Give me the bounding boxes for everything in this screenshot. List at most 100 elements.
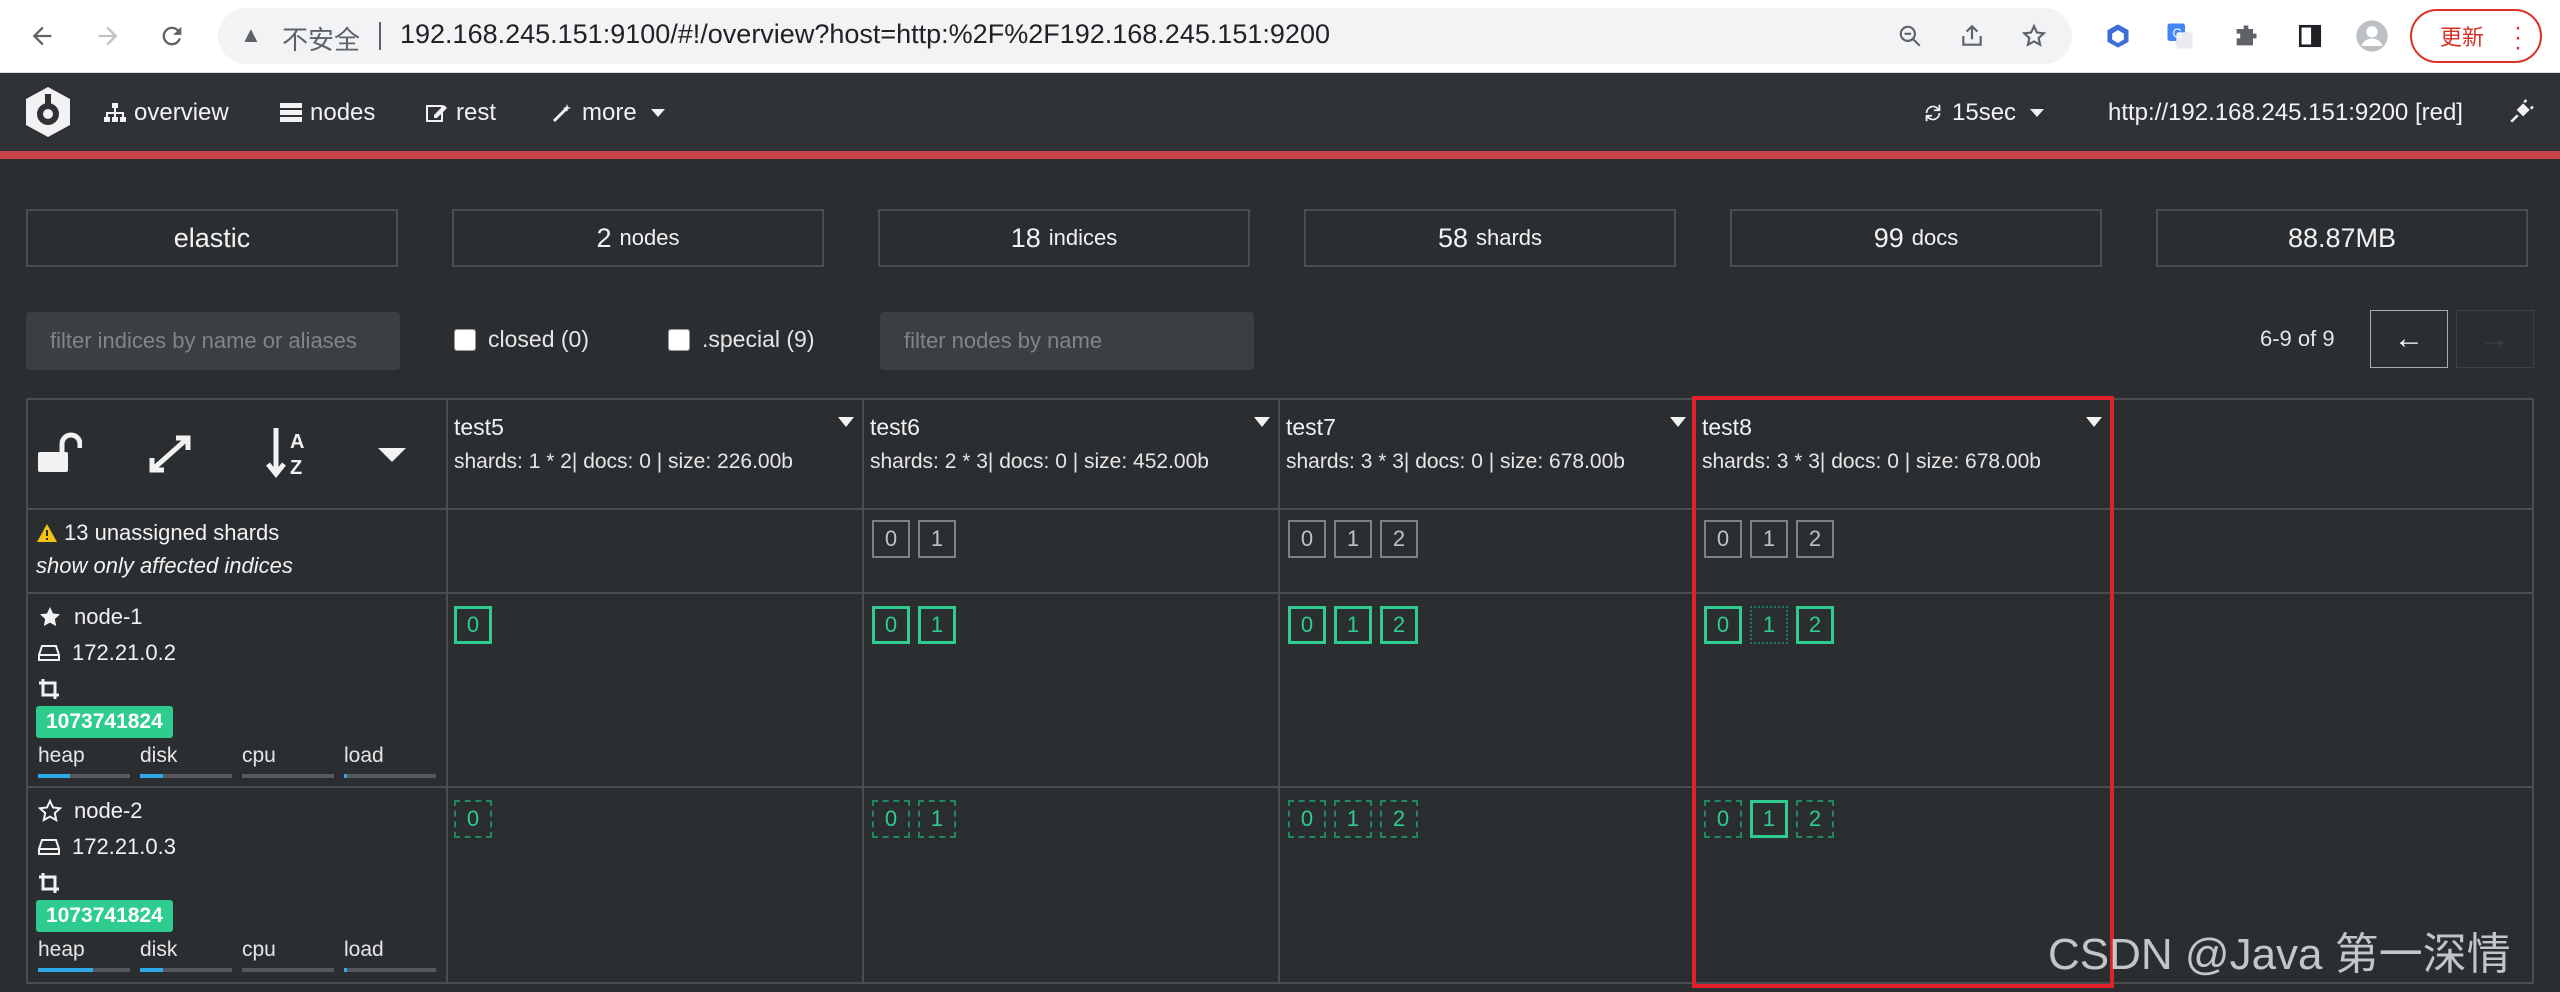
address-bar[interactable]: ▲ 不安全 192.168.245.151:9100/#!/overview?h… — [218, 8, 2072, 64]
metric-cpu-label: cpu — [242, 938, 276, 961]
cluster-name-stat: elastic — [26, 209, 398, 267]
refresh-icon — [1925, 104, 1941, 122]
translate-icon[interactable]: G — [2160, 16, 2200, 56]
heap-bar — [38, 774, 130, 778]
crop-icon[interactable] — [38, 872, 60, 899]
update-button[interactable]: 更新 · · · — [2410, 9, 2542, 63]
share-icon[interactable] — [1956, 20, 1988, 52]
highlight-annotation-box — [1692, 396, 2114, 988]
magic-wand-icon — [552, 104, 571, 123]
replica-shard[interactable]: 0 — [872, 800, 910, 838]
expand-icon[interactable] — [148, 434, 192, 479]
load-bar-fill — [344, 968, 347, 972]
primary-shard[interactable]: 2 — [1380, 606, 1418, 644]
replica-shard[interactable]: 0 — [1288, 800, 1326, 838]
checkbox-box[interactable] — [668, 328, 690, 351]
indices-count: 18 — [1010, 222, 1041, 253]
unlock-icon[interactable] — [36, 432, 83, 479]
reload-icon[interactable] — [150, 14, 194, 58]
sort-alpha-icon[interactable]: AZ — [264, 426, 314, 485]
cluster-status-bar — [0, 151, 2560, 159]
index-menu-caret-icon[interactable] — [1254, 417, 1270, 427]
chevron-down-icon — [2030, 109, 2045, 117]
warning-icon — [37, 524, 57, 542]
primary-shard[interactable]: 1 — [1334, 606, 1372, 644]
unassigned-shard[interactable]: 0 — [872, 520, 910, 558]
replica-shard[interactable]: 2 — [1380, 800, 1418, 838]
sidepanel-icon[interactable] — [2290, 16, 2330, 56]
cluster-url-label: http://192.168.245.151:9200 [red] — [2108, 99, 2463, 126]
insecure-label: 不安全 — [282, 25, 361, 55]
node-1-name[interactable]: node-1 — [38, 604, 143, 630]
node-name: node-1 — [74, 604, 143, 629]
cpu-bar — [242, 968, 334, 972]
filter-indices-input[interactable]: filter indices by name or aliases — [26, 312, 400, 370]
unassigned-shard[interactable]: 2 — [1380, 520, 1418, 558]
zoom-icon[interactable] — [1894, 20, 1926, 52]
divider — [28, 786, 2532, 788]
metric-heap-label: heap — [38, 938, 85, 961]
nav-rest-label: rest — [456, 99, 497, 126]
index-name-test6[interactable]: test6 — [870, 414, 920, 441]
extension-cube-icon[interactable] — [2098, 16, 2138, 56]
node-2-name[interactable]: node-2 — [38, 798, 143, 824]
nav-overview[interactable]: overview — [104, 99, 229, 127]
forward-icon[interactable] — [86, 14, 130, 58]
metric-load-label: load — [344, 744, 384, 767]
refresh-interval-dropdown[interactable]: 15sec — [1922, 99, 2045, 127]
replica-shard[interactable]: 0 — [454, 800, 492, 838]
metric-disk-label: disk — [140, 744, 178, 767]
refresh-interval-label: 15sec — [1952, 99, 2017, 126]
nav-nodes[interactable]: nodes — [280, 99, 375, 127]
next-page-button[interactable]: → — [2456, 310, 2534, 368]
disk-bar — [140, 774, 232, 778]
dropdown-caret-icon[interactable] — [378, 448, 406, 462]
index-menu-caret-icon[interactable] — [1670, 417, 1686, 427]
index-meta-test5: shards: 1 * 2| docs: 0 | size: 226.00b — [454, 450, 793, 473]
nodes-label: nodes — [619, 225, 680, 250]
extensions-puzzle-icon[interactable] — [2226, 16, 2266, 56]
docs-count: 99 — [1873, 222, 1904, 253]
index-name-test7[interactable]: test7 — [1286, 414, 1336, 441]
disk-bar — [140, 968, 232, 972]
unassigned-shard[interactable]: 1 — [1334, 520, 1372, 558]
docs-stat: 99 docs — [1730, 209, 2102, 267]
node-ip: 172.21.0.3 — [72, 834, 176, 859]
unassigned-shard[interactable]: 0 — [1288, 520, 1326, 558]
browser-toolbar: ▲ 不安全 192.168.245.151:9100/#!/overview?h… — [0, 0, 2560, 73]
primary-shard[interactable]: 0 — [1288, 606, 1326, 644]
primary-shard[interactable]: 1 — [918, 606, 956, 644]
show-affected-link[interactable]: show only affected indices — [36, 553, 293, 579]
index-meta-test6: shards: 2 * 3| docs: 0 | size: 452.00b — [870, 450, 1209, 473]
filter-nodes-input[interactable]: filter nodes by name — [880, 312, 1254, 370]
svg-text:G: G — [2173, 26, 2183, 40]
edit-icon — [426, 105, 447, 122]
node-1-ip: 172.21.0.2 — [38, 640, 176, 666]
connect-plug-icon[interactable] — [2508, 99, 2534, 125]
primary-shard[interactable]: 0 — [872, 606, 910, 644]
prev-page-button[interactable]: ← — [2370, 310, 2448, 368]
warning-icon: ▲ — [240, 22, 262, 47]
unassigned-shard[interactable]: 1 — [918, 520, 956, 558]
node-name: node-2 — [74, 798, 143, 823]
checkbox-box[interactable] — [454, 328, 476, 351]
primary-shard[interactable]: 0 — [454, 606, 492, 644]
disk-bar-fill — [140, 774, 163, 778]
node-1-badge: 1073741824 — [36, 706, 173, 738]
profile-avatar-icon[interactable] — [2352, 16, 2392, 56]
closed-checkbox[interactable]: closed (0) — [454, 326, 589, 353]
index-menu-caret-icon[interactable] — [838, 417, 854, 427]
back-icon[interactable] — [20, 14, 64, 58]
divider — [446, 400, 448, 982]
divider — [28, 508, 2532, 510]
nav-rest[interactable]: rest — [426, 99, 496, 127]
elasticsearch-head-logo-icon[interactable] — [20, 84, 82, 140]
index-name-test5[interactable]: test5 — [454, 414, 504, 441]
special-checkbox[interactable]: .special (9) — [668, 326, 814, 353]
url-text[interactable]: 192.168.245.151:9100/#!/overview?host=ht… — [400, 19, 1330, 50]
bookmark-star-icon[interactable] — [2018, 20, 2050, 52]
nav-more[interactable]: more — [552, 99, 665, 127]
replica-shard[interactable]: 1 — [1334, 800, 1372, 838]
crop-icon[interactable] — [38, 678, 60, 705]
replica-shard[interactable]: 1 — [918, 800, 956, 838]
